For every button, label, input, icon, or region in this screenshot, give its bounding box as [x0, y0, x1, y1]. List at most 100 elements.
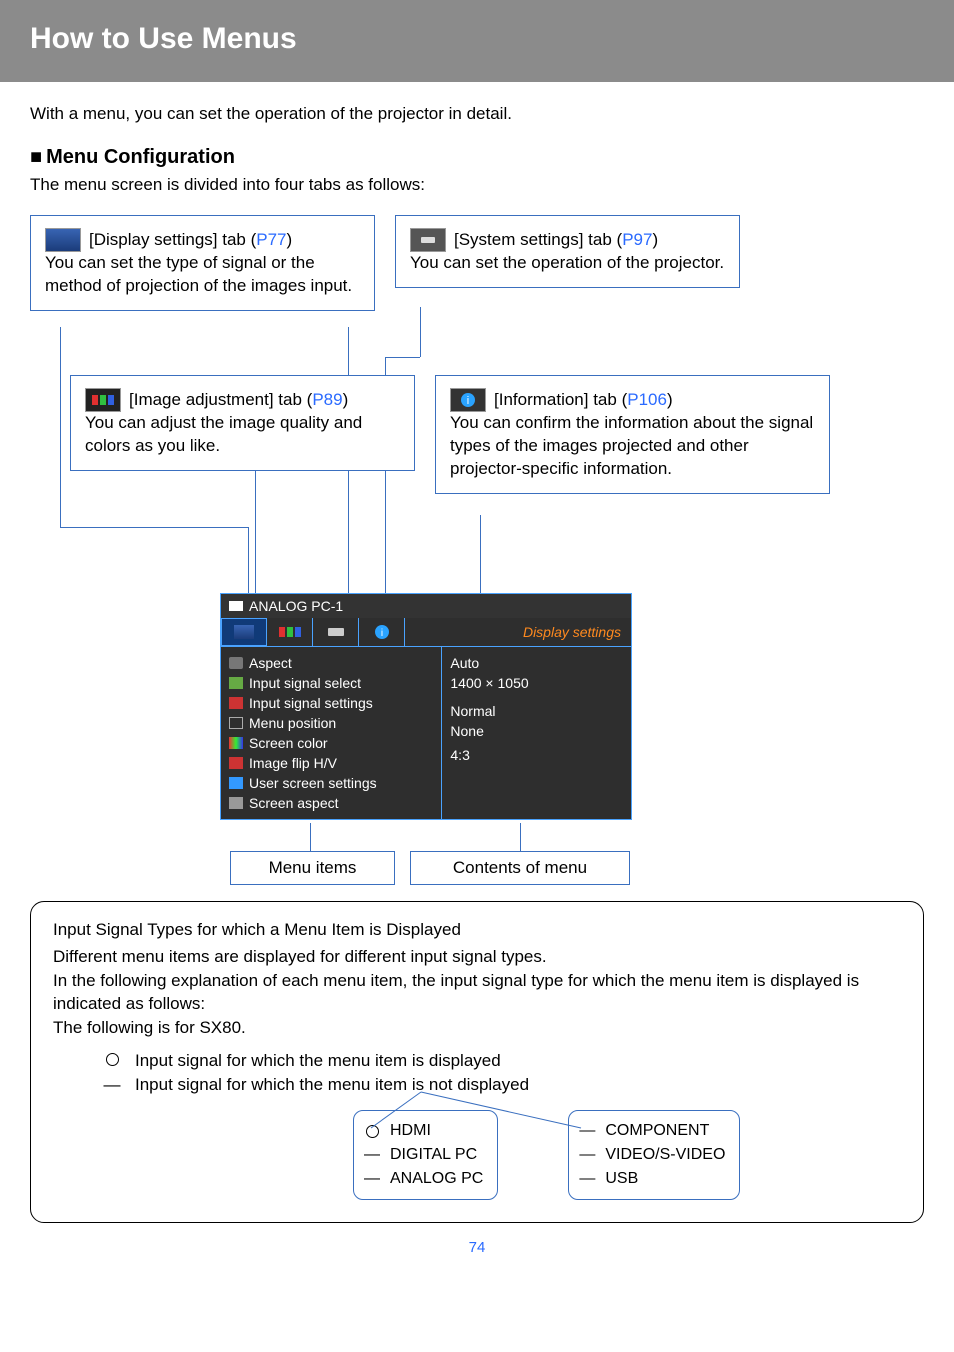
circle-icon [103, 1049, 121, 1072]
proj-tab-image[interactable] [267, 618, 313, 646]
svg-text:i: i [467, 395, 469, 407]
input-select-icon [229, 677, 243, 689]
menu-item[interactable]: Image flip H/V [229, 753, 433, 773]
connector-line [520, 823, 521, 851]
info-panel-line: Different menu items are displayed for d… [53, 945, 901, 968]
page-header: How to Use Menus [0, 0, 954, 82]
page-link[interactable]: P97 [622, 230, 652, 249]
display-tab-icon [234, 625, 254, 639]
dash-icon: — [579, 1144, 595, 1166]
label-menu-items: Menu items [230, 851, 395, 885]
connector-line [348, 327, 349, 617]
projector-body: Aspect Input signal select Input signal … [221, 647, 631, 819]
proj-tab-info[interactable]: i [359, 618, 405, 646]
callout-information: i [Information] tab (P106) You can confi… [435, 375, 830, 494]
label-contents: Contents of menu [410, 851, 630, 885]
menu-item[interactable]: Screen color [229, 733, 433, 753]
legend-list: Input signal for which the menu item is … [103, 1049, 901, 1096]
dash-icon: — [364, 1168, 380, 1190]
signal-icon [229, 601, 243, 611]
menu-value: Auto [450, 653, 623, 673]
signal-label: USB [605, 1168, 638, 1190]
system-tab-icon [410, 228, 446, 252]
connector-line [60, 327, 61, 527]
dash-icon: — [579, 1168, 595, 1190]
signal-label: VIDEO/S-VIDEO [605, 1144, 725, 1166]
page-link[interactable]: P106 [627, 390, 667, 409]
callout-label-post: ) [287, 230, 293, 249]
menu-item[interactable]: User screen settings [229, 773, 433, 793]
menu-value-text: 4:3 [450, 747, 469, 763]
proj-tab-system[interactable] [313, 618, 359, 646]
menu-item[interactable]: Aspect [229, 653, 433, 673]
menu-item-label: Menu position [249, 715, 336, 731]
menu-item[interactable]: Menu position [229, 713, 433, 733]
screen-aspect-icon [229, 797, 243, 809]
menu-value: Normal [450, 701, 623, 721]
input-settings-icon [229, 697, 243, 709]
callout-label: [System settings] tab ( [454, 230, 622, 249]
menu-item-label: Input signal select [249, 675, 361, 691]
page-link[interactable]: P89 [312, 390, 342, 409]
signal-row: — DIGITAL PC [364, 1143, 483, 1167]
pointer-lines [351, 1090, 651, 1130]
menu-item-label: User screen settings [249, 775, 377, 791]
dash-icon: — [103, 1073, 121, 1096]
menu-item[interactable]: Input signal select [229, 673, 433, 693]
signal-row: — VIDEO/S-VIDEO [579, 1143, 725, 1167]
page-link[interactable]: P77 [256, 230, 286, 249]
section-marker: ■ [30, 146, 42, 169]
image-tab-icon [85, 388, 121, 412]
menu-item-label: Aspect [249, 655, 292, 671]
info-panel-heading: Input Signal Types for which a Menu Item… [53, 918, 901, 941]
connector-line [420, 307, 421, 357]
connector-line [310, 823, 311, 851]
callout-image-adjustment: [Image adjustment] tab (P89) You can adj… [70, 375, 415, 471]
intro-text: With a menu, you can set the operation o… [30, 104, 924, 124]
signal-row: — ANALOG PC [364, 1167, 483, 1191]
section-desc: The menu screen is divided into four tab… [30, 175, 924, 195]
callout-label: [Image adjustment] tab ( [129, 390, 312, 409]
connector-line [60, 527, 248, 528]
signal-label: ANALOG PC [390, 1168, 483, 1190]
menu-value-text: 1400 × 1050 [450, 675, 528, 691]
callout-label-post: ) [652, 230, 658, 249]
menu-item-label: Input signal settings [249, 695, 373, 711]
menu-value-text: Auto [450, 655, 479, 671]
info-panel-line: In the following explanation of each men… [53, 969, 901, 1016]
display-tab-icon [45, 228, 81, 252]
aspect-icon [229, 657, 243, 669]
info-tab-icon: i [450, 388, 486, 412]
proj-tab-display[interactable] [221, 618, 267, 646]
callout-system-settings: [System settings] tab (P97) You can set … [395, 215, 740, 288]
connector-line [255, 469, 256, 609]
menu-value-text: None [450, 723, 483, 739]
projector-items-col: Aspect Input signal select Input signal … [221, 647, 442, 819]
image-flip-icon [229, 757, 243, 769]
projector-active-title: Display settings [523, 624, 631, 640]
info-panel: Input Signal Types for which a Menu Item… [30, 901, 924, 1223]
menu-item[interactable]: Input signal settings [229, 693, 433, 713]
dash-icon: — [364, 1144, 380, 1166]
menu-item[interactable]: Screen aspect [229, 793, 433, 813]
projector-menu: ANALOG PC-1 i Display settings Aspect In… [220, 593, 632, 820]
callout-desc: You can set the type of signal or the me… [45, 252, 360, 298]
callout-display-settings: [Display settings] tab (P77) You can set… [30, 215, 375, 311]
info-panel-line: The following is for SX80. [53, 1016, 901, 1039]
callout-desc: You can set the operation of the project… [410, 252, 725, 275]
menu-value: None [450, 721, 623, 741]
menu-value-text: Normal [450, 703, 495, 719]
projector-tabs: i Display settings [221, 618, 631, 647]
callout-label: [Information] tab ( [494, 390, 627, 409]
callout-label-post: ) [343, 390, 349, 409]
legend-row-yes: Input signal for which the menu item is … [103, 1049, 901, 1072]
menu-item-label: Image flip H/V [249, 755, 337, 771]
callout-desc: You can confirm the information about th… [450, 412, 815, 481]
page-body: With a menu, you can set the operation o… [0, 82, 954, 1276]
signal-label: DIGITAL PC [390, 1144, 477, 1166]
page-title: How to Use Menus [30, 22, 924, 56]
menu-value: 1400 × 1050 [450, 673, 623, 693]
signal-label: ANALOG PC-1 [249, 598, 343, 614]
user-screen-icon [229, 777, 243, 789]
menu-value: 4:3 [450, 745, 623, 765]
